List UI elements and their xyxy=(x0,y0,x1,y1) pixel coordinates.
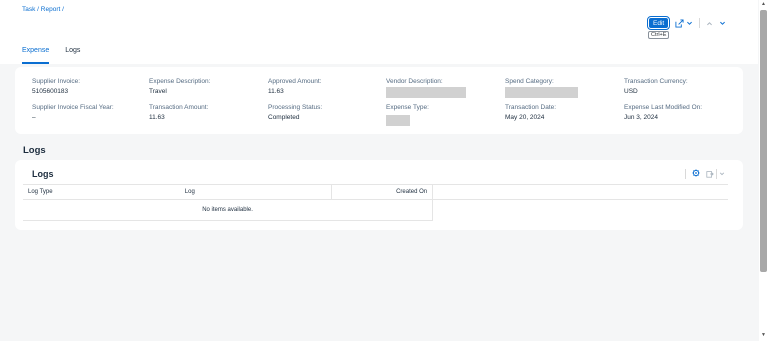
field-label: Supplier Invoice: xyxy=(32,78,81,85)
field-value: Completed xyxy=(268,114,300,121)
scroll-up-arrow-icon[interactable]: ▲ xyxy=(761,1,766,7)
logs-table: Log Type Log Created On No items availab… xyxy=(23,184,728,221)
redacted-value xyxy=(386,87,466,98)
expense-details-card: Supplier Invoice: 5105600183 Expense Des… xyxy=(15,67,743,134)
column-header-log[interactable]: Log xyxy=(179,184,332,200)
table-title: Logs xyxy=(32,169,54,179)
object-page-header: Task / Report / Edit Ctrl+E Expense Logs xyxy=(0,0,758,64)
field-transaction-amount: Transaction Amount: 11.63 xyxy=(149,104,208,121)
next-item-button[interactable] xyxy=(719,20,726,27)
field-label: Transaction Amount: xyxy=(149,104,209,111)
field-supplier-invoice-fiscal-year: Supplier Invoice Fiscal Year: – xyxy=(32,104,114,121)
field-value: 11.63 xyxy=(268,88,284,95)
gear-icon xyxy=(692,169,700,177)
scrollbar-thumb[interactable] xyxy=(760,10,767,272)
column-header-created-on[interactable]: Created On xyxy=(330,184,434,200)
edit-tooltip: Ctrl+E xyxy=(648,31,670,39)
field-value: 5105600183 xyxy=(32,88,69,95)
field-expense-description: Expense Description: Travel xyxy=(149,78,210,95)
header-actions: Edit xyxy=(646,16,726,30)
field-value: USD xyxy=(624,88,638,95)
field-approved-amount: Approved Amount: 11.63 xyxy=(268,78,321,95)
previous-item-button[interactable] xyxy=(706,20,713,27)
table-header-row: Log Type Log Created On xyxy=(23,184,728,200)
scroll-down-arrow-icon[interactable]: ▼ xyxy=(761,332,766,338)
section-title: Logs xyxy=(23,145,46,156)
column-filler xyxy=(432,184,728,200)
redacted-value xyxy=(386,115,410,126)
vertical-scrollbar[interactable]: ▲ ▼ xyxy=(759,0,768,341)
field-processing-status: Processing Status: Completed xyxy=(268,104,322,121)
redacted-value xyxy=(505,87,578,98)
field-spend-category: Spend Category: xyxy=(505,78,578,98)
chevron-down-icon xyxy=(687,21,693,25)
field-supplier-invoice: Supplier Invoice: 5105600183 xyxy=(32,78,80,95)
field-vendor-description: Vendor Description: xyxy=(386,78,466,98)
separator xyxy=(699,18,701,28)
field-label: Processing Status: xyxy=(268,104,323,111)
empty-message: No items available. xyxy=(23,199,434,221)
field-label: Expense Description: xyxy=(149,78,211,85)
field-label: Supplier Invoice Fiscal Year: xyxy=(32,104,114,111)
separator xyxy=(716,169,717,179)
chevron-down-icon xyxy=(719,172,725,176)
field-value: Jun 3, 2024 xyxy=(624,114,658,121)
export-button[interactable] xyxy=(706,169,725,179)
chevron-up-icon xyxy=(707,21,713,25)
field-label: Transaction Currency: xyxy=(624,78,688,85)
table-settings-button[interactable] xyxy=(692,169,700,179)
share-menu-button[interactable] xyxy=(675,18,693,28)
field-expense-type: Expense Type: xyxy=(386,104,429,126)
column-filler xyxy=(433,200,728,221)
field-label: Spend Category: xyxy=(505,78,554,85)
tab-bar: Expense Logs xyxy=(22,46,80,64)
field-label: Approved Amount: xyxy=(268,78,322,85)
table-toolbar xyxy=(685,169,725,179)
field-value: May 20, 2024 xyxy=(505,114,545,121)
field-label: Vendor Description: xyxy=(386,78,443,85)
tab-logs[interactable]: Logs xyxy=(65,46,80,64)
breadcrumb[interactable]: Task / Report / xyxy=(22,6,64,13)
column-header-log-type[interactable]: Log Type xyxy=(23,184,180,200)
table-row: No items available. xyxy=(23,199,728,221)
tab-expense[interactable]: Expense xyxy=(22,46,50,64)
share-icon xyxy=(675,18,684,28)
edit-button[interactable]: Edit xyxy=(646,16,671,30)
field-label: Expense Type: xyxy=(386,104,429,111)
field-value: Travel xyxy=(149,88,167,95)
field-label: Transaction Date: xyxy=(505,104,557,111)
logs-table-card: Logs Log Type Log Created On No items av… xyxy=(15,160,743,230)
field-transaction-currency: Transaction Currency: USD xyxy=(624,78,688,95)
field-value: 11.63 xyxy=(149,114,165,121)
export-icon xyxy=(706,171,714,178)
field-label: Expense Last Modified On: xyxy=(624,104,703,111)
chevron-down-icon xyxy=(720,21,726,25)
field-value: – xyxy=(32,114,36,121)
field-expense-last-modified-on: Expense Last Modified On: Jun 3, 2024 xyxy=(624,104,702,121)
separator xyxy=(685,169,686,179)
field-transaction-date: Transaction Date: May 20, 2024 xyxy=(505,104,556,121)
